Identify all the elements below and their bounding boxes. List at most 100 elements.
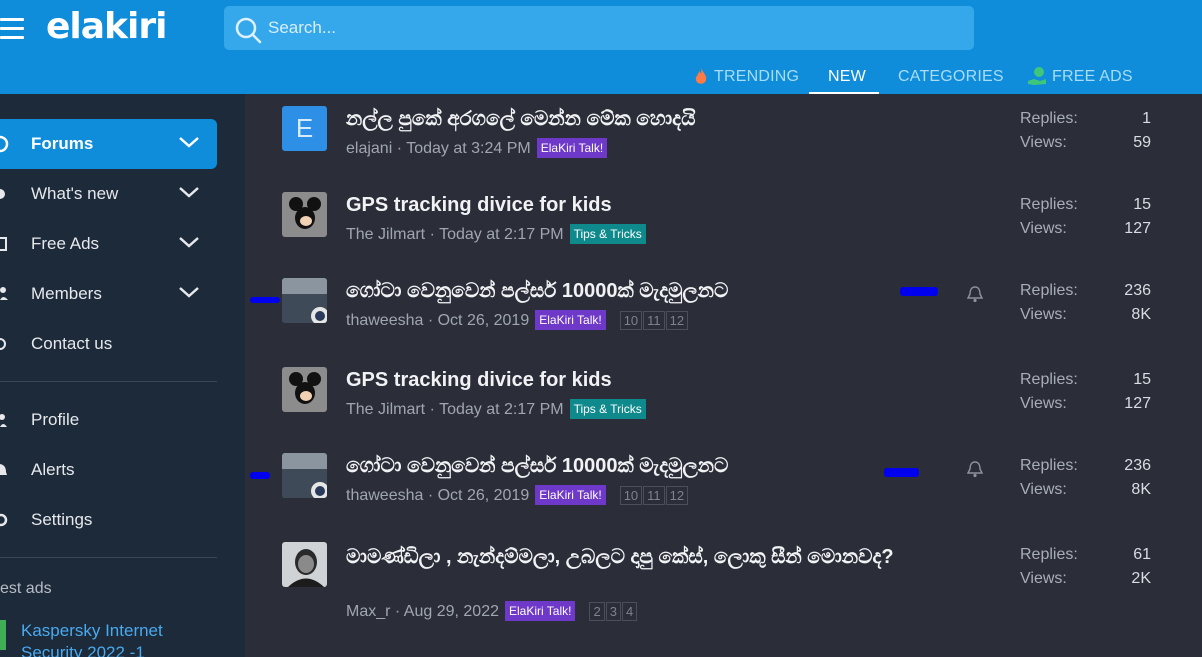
avatar[interactable]: [282, 192, 327, 237]
thread-stats: Replies: 15 Views: 127: [1020, 371, 1151, 419]
thread-date[interactable]: Today at 3:24 PM: [406, 140, 531, 157]
annotation-mark: [900, 287, 938, 296]
bell-icon[interactable]: [967, 460, 983, 478]
gear-icon: [0, 513, 8, 527]
sidebar-item-label: Settings: [31, 510, 93, 529]
tab-new[interactable]: NEW: [828, 68, 866, 86]
thread-title[interactable]: නල්ල පුකේ අරගලේ මෙන්න මේක හොදයි: [346, 108, 695, 131]
views-label: Views:: [1020, 134, 1067, 151]
thread-pages: 10 11 12: [619, 311, 689, 330]
active-tab-underline: [809, 92, 879, 94]
search-input[interactable]: [268, 6, 958, 50]
page-link[interactable]: 12: [665, 486, 689, 505]
replies-count: 15: [1133, 371, 1151, 388]
search-box[interactable]: [224, 6, 974, 50]
sidebar-divider: [0, 557, 217, 558]
thread-title[interactable]: ගෝටා වෙනුවෙන් පල්සර් 10000ක් මැදමුලනට: [346, 455, 728, 478]
thread-title[interactable]: ගෝටා වෙනුවෙන් පල්සර් 10000ක් මැදමුලනට: [346, 280, 728, 303]
avatar[interactable]: [282, 278, 327, 323]
page-link[interactable]: 11: [643, 486, 665, 505]
thread-row: GPS tracking divice for kids The Jilmart…: [270, 367, 1170, 447]
chevron-down-icon[interactable]: [178, 185, 200, 199]
thread-title[interactable]: GPS tracking divice for kids: [346, 194, 612, 217]
tab-free-ads[interactable]: FREE ADS: [1052, 68, 1133, 86]
thread-tag[interactable]: ElaKiri Talk!: [535, 310, 606, 330]
thread-meta: The Jilmart · Today at 2:17 PM Tips & Tri…: [346, 224, 646, 244]
thread-author[interactable]: Max_r: [346, 603, 390, 620]
avatar[interactable]: [282, 453, 327, 498]
thread-tag[interactable]: ElaKiri Talk!: [536, 138, 608, 158]
sidebar-item-members[interactable]: Members: [0, 269, 217, 319]
menu-icon[interactable]: [0, 18, 24, 40]
site-logo[interactable]: elakiri: [46, 6, 167, 47]
page-link[interactable]: 11: [643, 311, 665, 330]
search-icon: [235, 17, 262, 44]
page-link[interactable]: 10: [619, 486, 643, 505]
contact-icon: [0, 338, 6, 350]
avatar[interactable]: [282, 367, 327, 412]
thread-author[interactable]: thaweesha: [346, 312, 423, 329]
sidebar-divider: [0, 381, 217, 382]
sidebar-item-contact-us[interactable]: Contact us: [0, 319, 217, 369]
avatar[interactable]: E: [282, 106, 327, 151]
thread-tag[interactable]: ElaKiri Talk!: [505, 601, 576, 621]
views-label: Views:: [1020, 306, 1067, 323]
fire-icon: [695, 68, 707, 84]
ad-link[interactable]: Kaspersky Internet Security 2022 -1: [21, 620, 221, 657]
top-header: elakiri: [0, 0, 1202, 58]
page-link[interactable]: 12: [665, 311, 689, 330]
thread-date[interactable]: Oct 26, 2019: [438, 312, 530, 329]
sidebar-item-profile[interactable]: Profile: [0, 395, 217, 445]
thread-tag[interactable]: ElaKiri Talk!: [535, 485, 606, 505]
avatar[interactable]: [282, 542, 327, 587]
replies-count: 1: [1142, 110, 1151, 127]
page-link[interactable]: 4: [621, 602, 638, 621]
tab-trending[interactable]: TRENDING: [714, 68, 799, 86]
thread-row: මාමණ්ඩිලා , නැන්දම්මලා, උබලට දාපු කේස්, …: [270, 542, 1170, 632]
thread-row: GPS tracking divice for kids The Jilmart…: [270, 192, 1170, 272]
free-ads-icon: [0, 237, 7, 251]
latest-ads-heading: est ads: [0, 580, 52, 597]
thread-date[interactable]: Aug 29, 2022: [404, 603, 499, 620]
thread-author[interactable]: elajani: [346, 140, 392, 157]
replies-count: 15: [1133, 196, 1151, 213]
thread-author[interactable]: The Jilmart: [346, 401, 425, 418]
views-label: Views:: [1020, 395, 1067, 412]
sidebar-item-alerts[interactable]: Alerts: [0, 445, 217, 495]
page-link[interactable]: 3: [605, 602, 621, 621]
sidebar-item-label: Forums: [31, 134, 94, 153]
sidebar-item-whats-new[interactable]: What's new: [0, 169, 217, 219]
page-link[interactable]: 10: [619, 311, 643, 330]
chevron-down-icon[interactable]: [178, 135, 200, 149]
replies-count: 61: [1133, 546, 1151, 563]
sidebar-item-free-ads[interactable]: Free Ads: [0, 219, 217, 269]
chevron-down-icon[interactable]: [178, 235, 200, 249]
thread-title[interactable]: GPS tracking divice for kids: [346, 369, 612, 392]
ad-thumbnail[interactable]: [0, 620, 6, 650]
thread-date[interactable]: Oct 26, 2019: [438, 487, 530, 504]
mouse-avatar-icon: [289, 372, 321, 404]
thread-author[interactable]: The Jilmart: [346, 226, 425, 243]
bell-icon[interactable]: [967, 285, 983, 303]
bikes-avatar-icon: [282, 278, 327, 323]
thread-tag[interactable]: Tips & Tricks: [569, 399, 646, 419]
views-count: 2K: [1131, 570, 1151, 587]
thread-date[interactable]: Today at 2:17 PM: [439, 401, 564, 418]
replies-count: 236: [1124, 282, 1151, 299]
thread-date[interactable]: Today at 2:17 PM: [439, 226, 564, 243]
thread-meta: thaweesha · Oct 26, 2019 ElaKiri Talk! 10 1…: [346, 310, 689, 330]
views-label: Views:: [1020, 570, 1067, 587]
sidebar-item-settings[interactable]: Settings: [0, 495, 217, 545]
bell-icon: [0, 464, 7, 475]
thread-tag[interactable]: Tips & Tricks: [569, 224, 646, 244]
replies-count: 236: [1124, 457, 1151, 474]
page-link[interactable]: 2: [589, 602, 605, 621]
tab-categories[interactable]: CATEGORIES: [898, 68, 1004, 86]
thread-title[interactable]: මාමණ්ඩිලා , නැන්දම්මලා, උබලට දාපු කේස්, …: [346, 543, 946, 571]
sidebar-item-label: Profile: [31, 410, 80, 429]
chevron-down-icon[interactable]: [178, 285, 200, 299]
sidebar-item-forums[interactable]: Forums: [0, 119, 217, 169]
replies-label: Replies:: [1020, 110, 1078, 127]
thread-author[interactable]: thaweesha: [346, 487, 423, 504]
annotation-mark: [884, 468, 919, 477]
